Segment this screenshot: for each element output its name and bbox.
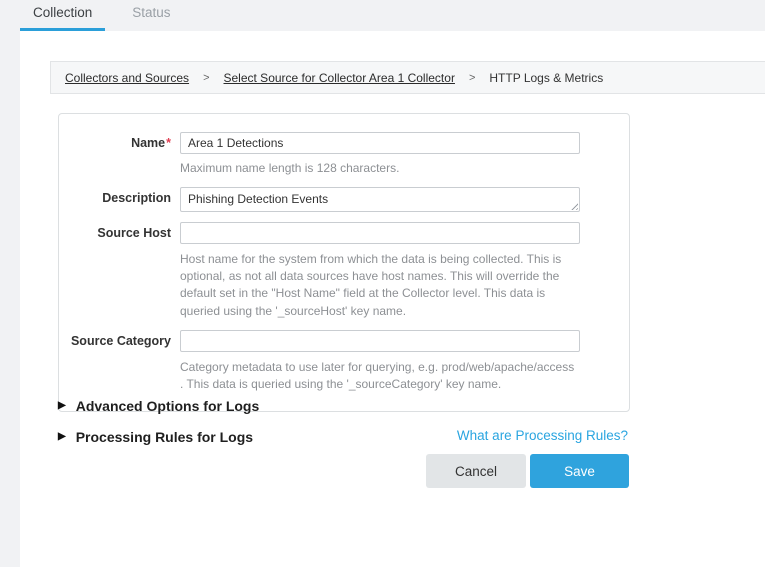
- breadcrumb-select-source[interactable]: Select Source for Collector Area 1 Colle…: [224, 71, 455, 85]
- required-asterisk: *: [166, 136, 171, 150]
- name-input[interactable]: [180, 132, 580, 154]
- tab-bar: Collection Status: [0, 0, 765, 31]
- source-config-panel: Name* Maximum name length is 128 charact…: [58, 113, 630, 412]
- description-input[interactable]: Phishing Detection Events: [180, 187, 580, 212]
- tab-status[interactable]: Status: [119, 5, 183, 31]
- source-host-label: Source Host: [59, 222, 180, 320]
- form-actions: Cancel Save: [426, 454, 629, 488]
- breadcrumb-collectors-and-sources[interactable]: Collectors and Sources: [65, 71, 189, 85]
- source-category-field-row: Source Category Category metadata to use…: [59, 330, 629, 393]
- source-host-helper-text: Host name for the system from which the …: [180, 251, 578, 320]
- left-gutter: [0, 0, 20, 567]
- breadcrumb-separator-icon: >: [203, 72, 209, 84]
- source-host-input[interactable]: [180, 222, 580, 244]
- processing-rules-label: Processing Rules for Logs: [76, 429, 253, 445]
- advanced-options-expander[interactable]: ▶ Advanced Options for Logs: [58, 398, 259, 414]
- source-category-input[interactable]: [180, 330, 580, 352]
- name-helper-text: Maximum name length is 128 characters.: [180, 160, 578, 177]
- name-field-row: Name* Maximum name length is 128 charact…: [59, 132, 629, 177]
- expand-arrow-icon: ▶: [58, 432, 66, 442]
- description-label: Description: [59, 187, 180, 212]
- breadcrumb: Collectors and Sources > Select Source f…: [50, 61, 765, 94]
- processing-rules-expander[interactable]: ▶ Processing Rules for Logs: [58, 429, 253, 445]
- save-button[interactable]: Save: [530, 454, 629, 488]
- cancel-button[interactable]: Cancel: [426, 454, 526, 488]
- description-field-row: Description Phishing Detection Events: [59, 187, 629, 212]
- name-label: Name*: [59, 132, 180, 177]
- advanced-options-label: Advanced Options for Logs: [76, 398, 260, 414]
- processing-rules-help-link[interactable]: What are Processing Rules?: [457, 428, 628, 443]
- expand-arrow-icon: ▶: [58, 401, 66, 411]
- source-category-helper-text: Category metadata to use later for query…: [180, 359, 578, 393]
- source-category-label: Source Category: [59, 330, 180, 393]
- breadcrumb-current-page: HTTP Logs & Metrics: [489, 71, 603, 85]
- tab-collection[interactable]: Collection: [20, 5, 105, 31]
- source-host-field-row: Source Host Host name for the system fro…: [59, 222, 629, 320]
- breadcrumb-separator-icon: >: [469, 72, 475, 84]
- name-label-text: Name: [131, 136, 165, 150]
